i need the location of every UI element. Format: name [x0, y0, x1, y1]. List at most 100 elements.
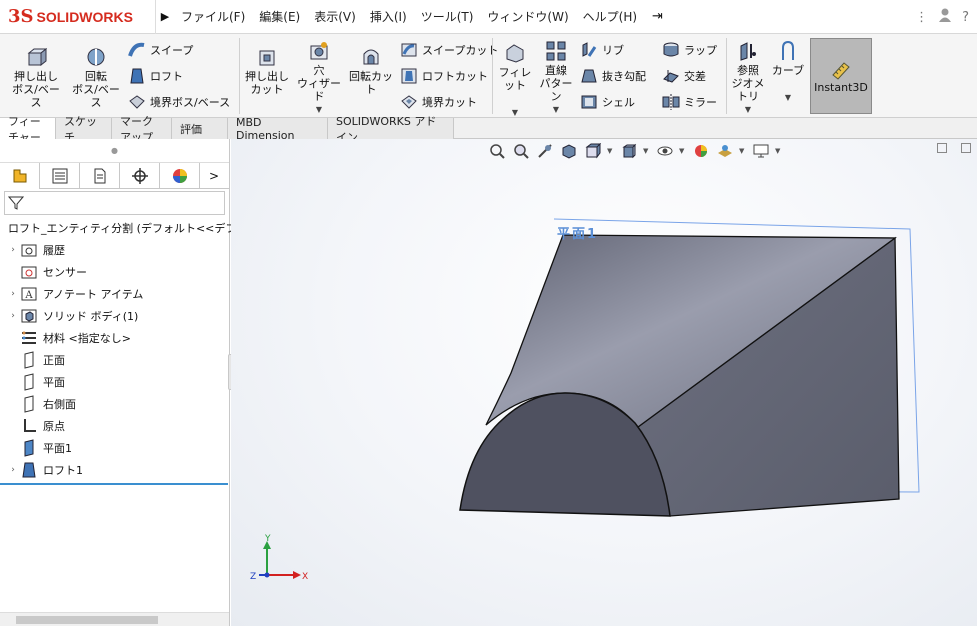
tab-solidworks-addins[interactable]: SOLIDWORKS アドイン — [328, 115, 454, 144]
loft-button[interactable]: ロフト — [128, 65, 183, 87]
revolve-cut-button[interactable]: 回転カット — [346, 46, 396, 96]
filter-icon — [8, 196, 24, 210]
hole-wizard-dropdown-icon[interactable]: ▼ — [316, 103, 322, 116]
loft-cut-button[interactable]: ロフトカット — [400, 65, 488, 87]
menu-expand-arrow-icon[interactable]: ▶ — [156, 10, 174, 23]
pin-icon[interactable]: ⇥ — [652, 9, 663, 24]
more-tabs-chevron-icon[interactable]: > — [200, 163, 228, 188]
user-icon[interactable] — [938, 7, 952, 27]
boundary-cut-button[interactable]: 境界カット — [400, 91, 477, 113]
reference-geometry-icon — [740, 42, 756, 61]
draft-button[interactable]: 抜き勾配 — [580, 65, 646, 87]
feature-manager-panel: ● > ロフト_エンティティ分割 (デフォルト<<デフォルト › 履歴 センサー… — [0, 139, 269, 626]
display-manager-icon — [172, 169, 187, 183]
tab-sketch[interactable]: スケッチ — [56, 115, 112, 144]
sweep-cut-button[interactable]: スイープカット — [400, 39, 498, 61]
triad-y-label: Y — [264, 534, 271, 544]
graphics-viewport[interactable]: ▼ ▼ ▼ ▼ ▼ 平面1 Y X Z — [231, 139, 977, 626]
dimxpert-manager-tab[interactable] — [120, 163, 160, 189]
ribbon-separator — [726, 38, 727, 114]
triad-z-label: Z — [250, 572, 256, 582]
menu-tools[interactable]: ツール(T) — [414, 8, 481, 25]
expand-icon[interactable]: › — [6, 311, 20, 321]
mirror-icon — [662, 94, 680, 110]
boundary-boss-icon — [129, 95, 145, 109]
dots-icon[interactable]: ⋮ — [915, 10, 928, 25]
mirror-button[interactable]: ミラー — [662, 91, 717, 113]
display-manager-tab[interactable] — [160, 163, 200, 189]
tree-root[interactable]: ロフト_エンティティ分割 (デフォルト<<デフォルト — [0, 217, 269, 239]
help-icon[interactable]: ? — [962, 10, 969, 25]
panel-grip-icon[interactable]: ● — [0, 139, 229, 163]
menu-help[interactable]: ヘルプ(H) — [576, 8, 644, 25]
expand-icon[interactable]: › — [6, 245, 20, 255]
instant3d-icon — [832, 61, 850, 80]
tab-evaluate[interactable]: 評価 — [172, 118, 228, 139]
tree-item-history[interactable]: › 履歴 — [0, 239, 229, 261]
wrap-button[interactable]: ラップ — [662, 39, 717, 61]
extrude-boss-icon — [27, 47, 47, 67]
menu-window[interactable]: ウィンドウ(W) — [480, 8, 575, 25]
revolve-boss-button[interactable]: 回転 ボス/ベース — [68, 46, 124, 109]
rib-icon — [582, 42, 597, 57]
rib-button[interactable]: リブ — [580, 39, 624, 61]
reference-geometry-button[interactable]: 参照 ジオメトリ ▼ — [728, 40, 768, 116]
tree-item-sensors[interactable]: センサー — [0, 261, 229, 283]
tree-item-annotations[interactable]: › A アノテート アイテム — [0, 283, 229, 305]
reference-geometry-dropdown-icon[interactable]: ▼ — [745, 103, 751, 116]
menu-view[interactable]: 表示(V) — [307, 8, 363, 25]
linear-pattern-button[interactable]: 直線 パターン ▼ — [536, 40, 576, 116]
hole-wizard-button[interactable]: 穴 ウィザード ▼ — [294, 40, 344, 116]
tree-item-top-plane[interactable]: 平面 — [0, 371, 229, 393]
expand-icon[interactable]: › — [6, 465, 20, 475]
instant3d-toggle[interactable]: Instant3D — [810, 38, 872, 114]
command-manager-tabs: フィーチャー スケッチ マークアップ 評価 MBD Dimension SOLI… — [0, 115, 977, 144]
scrollbar-thumb[interactable] — [16, 616, 158, 624]
configuration-manager-tab[interactable] — [80, 163, 120, 189]
curves-button[interactable]: カーブ ▼ — [770, 40, 806, 104]
tab-mbd-dimension[interactable]: MBD Dimension — [228, 116, 328, 142]
plane-icon — [24, 395, 34, 413]
tree-item-right-plane[interactable]: 右側面 — [0, 393, 229, 415]
extrude-cut-button[interactable]: 押し出し カット — [244, 46, 290, 96]
extrude-boss-button[interactable]: 押し出し ボス/ベース — [8, 46, 64, 109]
menu-file[interactable]: ファイル(F) — [174, 8, 252, 25]
tree-item-solid-bodies[interactable]: › ソリッド ボディ(1) — [0, 305, 229, 327]
sensor-icon — [21, 266, 37, 279]
menu-insert[interactable]: 挿入(I) — [363, 8, 414, 25]
menu-edit[interactable]: 編集(E) — [252, 8, 307, 25]
linear-pattern-dropdown-icon[interactable]: ▼ — [553, 103, 559, 116]
intersect-button[interactable]: 交差 — [662, 65, 706, 87]
tab-features[interactable]: フィーチャー — [0, 115, 56, 144]
horizontal-scrollbar[interactable] — [0, 612, 229, 626]
fillet-button[interactable]: フィレット ▼ — [496, 42, 534, 119]
material-icon — [22, 331, 36, 344]
revolve-cut-icon — [363, 49, 379, 65]
tree-item-material[interactable]: 材料 <指定なし> — [0, 327, 229, 349]
hole-wizard-icon — [310, 42, 328, 60]
history-folder-icon — [21, 244, 37, 257]
tree-item-loft1[interactable]: › ロフト1 — [0, 459, 229, 481]
boundary-boss-button[interactable]: 境界ボス/ベース — [128, 91, 230, 113]
rollback-bar[interactable] — [0, 483, 228, 485]
expand-icon[interactable]: › — [6, 289, 20, 299]
model-view — [459, 218, 920, 517]
feature-manager-tab[interactable] — [0, 163, 40, 189]
solidworks-logo[interactable]: 3S SOLIDWORKS — [0, 0, 156, 34]
shell-button[interactable]: シェル — [580, 91, 635, 113]
tree-item-plane1[interactable]: 平面1 — [0, 437, 229, 459]
annotation-icon: A — [21, 287, 37, 301]
tree-filter[interactable] — [4, 191, 225, 215]
boundary-cut-icon — [401, 95, 417, 109]
crosshair-icon — [131, 168, 148, 184]
draft-icon — [581, 69, 597, 83]
curves-dropdown-icon[interactable]: ▼ — [785, 91, 791, 104]
tree-item-front-plane[interactable]: 正面 — [0, 349, 229, 371]
logo-text: SOLIDWORKS — [36, 8, 133, 25]
tab-markup[interactable]: マークアップ — [112, 115, 172, 144]
tree-item-origin[interactable]: 原点 — [0, 415, 229, 437]
svg-text:A: A — [24, 290, 33, 301]
sweep-button[interactable]: スイープ — [128, 39, 193, 61]
property-manager-tab[interactable] — [40, 163, 80, 189]
curves-icon — [782, 40, 794, 60]
